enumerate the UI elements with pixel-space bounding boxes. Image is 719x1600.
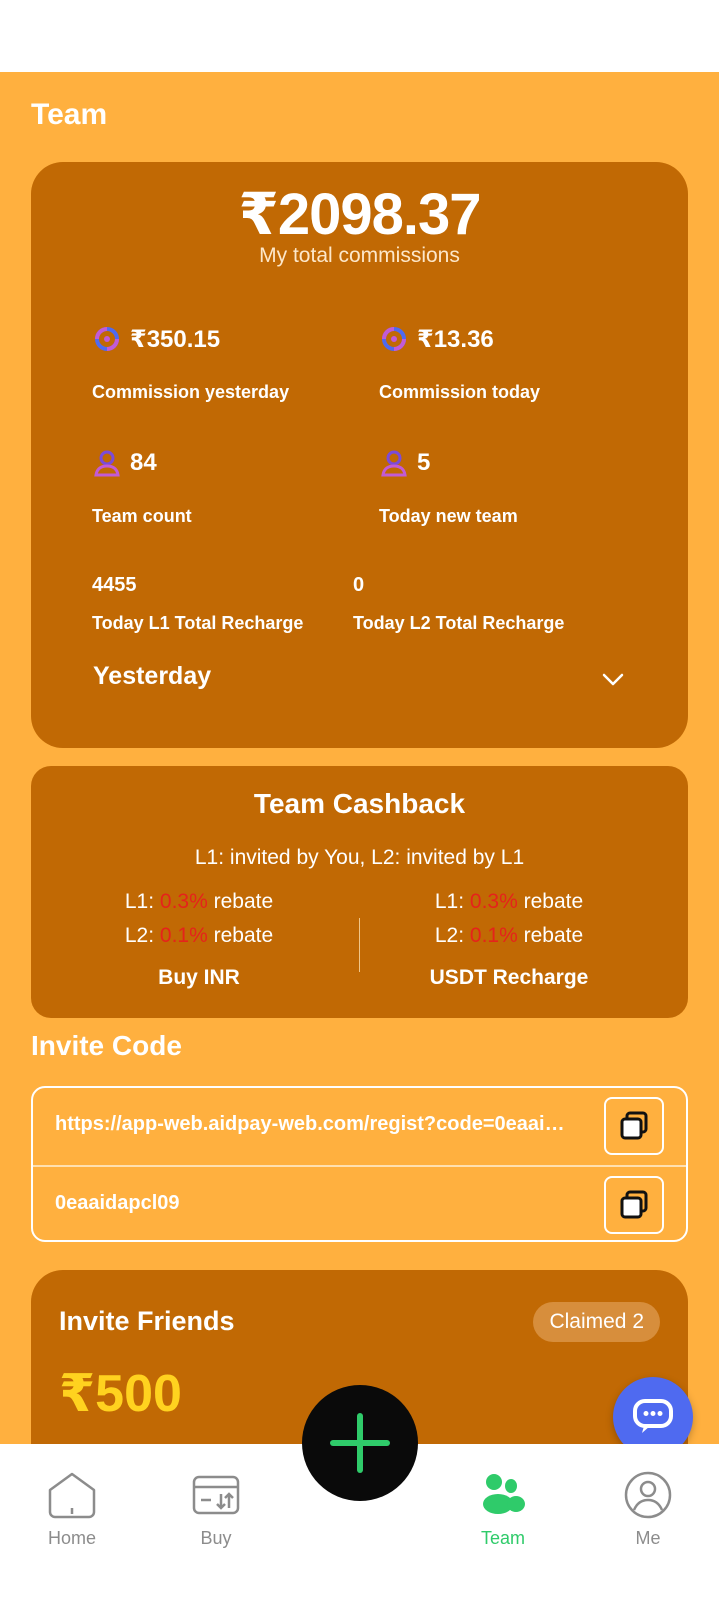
- profile-icon: [598, 1466, 698, 1524]
- total-commission-label: My total commissions: [259, 244, 460, 267]
- level-label: L2:: [124, 924, 155, 947]
- stat-commission-yesterday: ₹350.15 Commission yesterday: [92, 324, 289, 403]
- level-label: L1:: [124, 890, 155, 913]
- tab-buy[interactable]: Buy: [166, 1466, 266, 1549]
- claimed-badge: Claimed 2: [533, 1302, 660, 1342]
- tab-buy-label: Buy: [200, 1528, 232, 1548]
- commission-cycle-icon: [92, 324, 122, 354]
- total-commission-amount: ₹2098.37: [238, 182, 481, 247]
- invite-code-title: Invite Code: [31, 1030, 182, 1061]
- l2-recharge-value: 0: [353, 574, 365, 596]
- chat-bubble-icon: [633, 1399, 673, 1433]
- tab-team-label: Team: [480, 1528, 525, 1548]
- invite-code-box: https://app-web.aidpay-web.com/regist?co…: [31, 1086, 688, 1242]
- invite-friends-title: Invite Friends: [59, 1306, 235, 1336]
- period-selector[interactable]: Yesterday: [93, 662, 211, 691]
- team-page: Team ₹2098.37 My total commissions ₹350.…: [0, 72, 719, 1444]
- commission-cycle-icon: [379, 324, 409, 354]
- exchange-icon: [166, 1466, 266, 1524]
- tab-team[interactable]: Team: [453, 1466, 553, 1549]
- level-label: L2:: [434, 924, 465, 947]
- team-cashback-card: Team Cashback L1: invited by You, L2: in…: [31, 766, 688, 1018]
- l2-recharge-label: Today L2 Total Recharge: [353, 613, 565, 633]
- cashback-footer: USDT Recharge: [429, 966, 589, 989]
- stat-team-count: 84 Team count: [92, 448, 192, 527]
- copy-icon: [620, 1190, 648, 1219]
- tab-me-label: Me: [635, 1528, 661, 1548]
- commission-yesterday-value: ₹350.15: [130, 325, 221, 353]
- tab-me[interactable]: Me: [598, 1466, 698, 1549]
- tab-home-label: Home: [47, 1528, 96, 1548]
- invite-link-row: https://app-web.aidpay-web.com/regist?co…: [33, 1088, 686, 1165]
- copy-icon: [620, 1111, 648, 1140]
- commission-today-label: Commission today: [379, 382, 541, 402]
- cashback-column-usdt: L1: 0.3% rebate L2: 0.1% rebate USDT Rec…: [349, 890, 669, 990]
- copy-code-button[interactable]: [604, 1176, 664, 1234]
- copy-link-button[interactable]: [604, 1097, 664, 1155]
- add-button[interactable]: [302, 1385, 418, 1501]
- today-new-team-label: Today new team: [379, 506, 518, 526]
- rebate-rate: 0.3%: [469, 890, 518, 913]
- rebate-rate: 0.3%: [159, 890, 208, 913]
- team-icon: [453, 1466, 553, 1524]
- level-label: L1:: [434, 890, 465, 913]
- commission-yesterday-label: Commission yesterday: [92, 382, 290, 402]
- invite-code-row: 0eaaidapcl09: [33, 1165, 686, 1242]
- cashback-subtitle: L1: invited by You, L2: invited by L1: [194, 846, 525, 869]
- l1-recharge-value: 4455: [92, 574, 137, 596]
- rebate-rate: 0.1%: [469, 924, 518, 947]
- stat-today-new-team: 5 Today new team: [379, 448, 518, 527]
- chevron-down-icon[interactable]: [600, 666, 626, 692]
- rebate-rate: 0.1%: [159, 924, 208, 947]
- team-count-value: 84: [130, 449, 157, 476]
- commission-summary-card: ₹2098.37 My total commissions ₹350.15 Co…: [31, 162, 688, 748]
- person-icon: [379, 448, 409, 478]
- cashback-footer: Buy INR: [158, 966, 240, 989]
- status-bar: [0, 0, 719, 72]
- plus-icon: [330, 1413, 390, 1473]
- page-title: Team: [31, 98, 108, 131]
- stat-l2-recharge: 0 Today L2 Total Recharge: [353, 574, 564, 634]
- rebate-text: rebate: [523, 890, 584, 913]
- rebate-text: rebate: [213, 924, 274, 947]
- cashback-column-buy-inr: L1: 0.3% rebate L2: 0.1% rebate Buy INR: [39, 890, 359, 990]
- home-icon: [22, 1466, 122, 1524]
- rebate-text: rebate: [213, 890, 274, 913]
- person-icon: [92, 448, 122, 478]
- invite-link-text: https://app-web.aidpay-web.com/regist?co…: [55, 1113, 575, 1135]
- today-new-team-value: 5: [417, 449, 431, 476]
- l1-recharge-label: Today L1 Total Recharge: [92, 613, 304, 633]
- commission-today-value: ₹13.36: [417, 325, 494, 353]
- reward-amount: ₹500: [59, 1365, 182, 1423]
- cashback-title: Team Cashback: [253, 788, 466, 819]
- rebate-text: rebate: [523, 924, 584, 947]
- tab-home[interactable]: Home: [22, 1466, 122, 1549]
- stat-commission-today: ₹13.36 Commission today: [379, 324, 540, 403]
- invite-code-text: 0eaaidapcl09: [55, 1192, 180, 1214]
- team-count-label: Team count: [92, 506, 192, 526]
- stat-l1-recharge: 4455 Today L1 Total Recharge: [92, 574, 303, 634]
